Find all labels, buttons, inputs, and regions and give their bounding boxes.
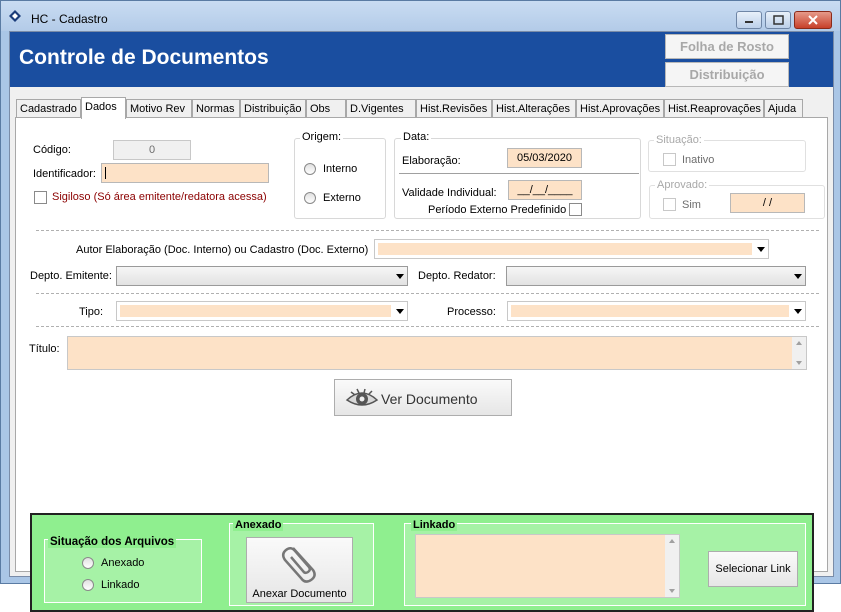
aprovado-date-input[interactable]: / / [730, 193, 805, 213]
chevron-down-icon [396, 274, 404, 279]
processo-select[interactable] [507, 301, 806, 321]
periodo-label: Período Externo Predefinido [428, 204, 567, 216]
arquivo-anexado-radio[interactable] [82, 557, 94, 569]
application-window: HC - Cadastro Controle de Documentos Fol… [0, 0, 841, 612]
processo-label: Processo: [447, 306, 496, 318]
distribuicao-button[interactable]: Distribuição [665, 62, 789, 87]
autor-select[interactable] [374, 239, 769, 259]
tipo-select[interactable] [116, 301, 408, 321]
ver-documento-button[interactable]: Ver Documento [334, 379, 512, 416]
dados-panel: Código: 0 Identificador: Sigiloso (Só ár… [15, 117, 828, 612]
maximize-button[interactable] [765, 11, 791, 29]
folha-de-rosto-button[interactable]: Folha de Rosto [665, 34, 789, 59]
close-button[interactable] [794, 11, 832, 29]
scroll-down-icon [796, 361, 802, 365]
arquivo-linkado-radio[interactable] [82, 579, 94, 591]
close-icon [808, 15, 818, 25]
link-scrollbar[interactable] [665, 535, 679, 597]
scroll-down-icon [669, 589, 675, 593]
depto-redator-select[interactable] [506, 266, 806, 286]
titulo-label: Título: [29, 343, 60, 355]
client-area: Controle de Documentos Folha de Rosto Di… [9, 31, 834, 612]
tab-hist-aprovacoes[interactable]: Hist.Aprovações [576, 99, 664, 118]
paperclip-icon [282, 547, 316, 583]
app-icon [9, 10, 21, 22]
origem-interno-label: Interno [323, 163, 358, 175]
validade-label: Validade Individual: [402, 187, 497, 199]
origem-title: Origem: [300, 131, 344, 143]
inativo-label: Inativo [682, 154, 715, 166]
separator-3 [36, 326, 819, 327]
codigo-field[interactable]: 0 [113, 140, 191, 160]
sim-checkbox[interactable] [663, 198, 676, 211]
ver-documento-label: Ver Documento [381, 391, 478, 407]
anexar-documento-button[interactable]: Anexar Documento [246, 537, 353, 603]
linkado-title: Linkado [411, 519, 458, 531]
tipo-label: Tipo: [79, 306, 104, 318]
chevron-down-icon [794, 309, 802, 314]
periodo-checkbox[interactable] [569, 203, 582, 216]
maximize-icon [773, 15, 784, 25]
chevron-down-icon [794, 274, 802, 279]
identificador-label: Identificador: [33, 168, 96, 180]
tab-distribuicao[interactable]: Distribuição [240, 99, 306, 118]
tab-ajuda[interactable]: Ajuda [764, 99, 803, 118]
minimize-icon [745, 21, 753, 23]
inativo-checkbox[interactable] [663, 153, 676, 166]
tab-cadastrado[interactable]: Cadastrado [16, 99, 81, 118]
link-textarea[interactable] [415, 534, 680, 598]
scroll-up-icon [796, 341, 802, 345]
identificador-input[interactable] [101, 163, 269, 183]
elaboracao-label: Elaboração: [402, 155, 461, 167]
title-bar: HC - Cadastro [1, 1, 840, 31]
tab-hist-alteracoes[interactable]: Hist.Alterações [492, 99, 576, 118]
titulo-scrollbar[interactable] [792, 337, 806, 369]
tab-dados[interactable]: Dados [81, 97, 126, 119]
minimize-button[interactable] [736, 11, 762, 29]
page-title: Controle de Documentos [19, 46, 269, 69]
autor-label: Autor Elaboração (Doc. Interno) ou Cadas… [76, 244, 369, 256]
scroll-up-icon [669, 539, 675, 543]
selecionar-link-button[interactable]: Selecionar Link [708, 551, 798, 587]
anexar-documento-label: Anexar Documento [252, 588, 347, 600]
depto-redator-label: Depto. Redator: [418, 270, 496, 282]
tab-normas[interactable]: Normas [192, 99, 240, 118]
situacao-arquivos-group [44, 539, 202, 603]
data-title: Data: [401, 131, 432, 143]
tab-d-vigentes[interactable]: D.Vigentes [346, 99, 416, 118]
header-bar: Controle de Documentos Folha de Rosto Di… [10, 32, 833, 87]
validade-input[interactable]: __/__/____ [508, 180, 582, 200]
eye-icon [345, 388, 379, 406]
elaboracao-input[interactable]: 05/03/2020 [507, 148, 582, 168]
situacao-arquivos-title: Situação dos Arquivos [48, 536, 177, 548]
origem-externo-radio[interactable] [304, 192, 316, 204]
sigiloso-label: Sigiloso (Só área emitente/redatora aces… [52, 191, 267, 203]
arquivo-linkado-label: Linkado [101, 579, 140, 591]
separator-1 [36, 230, 819, 231]
separator-2 [36, 293, 819, 294]
tab-hist-reaprovacoes[interactable]: Hist.Reaprovações [664, 99, 764, 118]
aprovado-title: Aprovado: [655, 179, 710, 191]
codigo-label: Código: [33, 144, 71, 156]
tab-obs[interactable]: Obs [306, 99, 346, 118]
origem-interno-radio[interactable] [304, 163, 316, 175]
depto-emitente-select[interactable] [116, 266, 408, 286]
sigiloso-checkbox[interactable] [34, 191, 47, 204]
titulo-textarea[interactable] [67, 336, 807, 370]
situacao-title: Situação: [654, 134, 704, 146]
tab-hist-revisoes[interactable]: Hist.Revisões [416, 99, 492, 118]
chevron-down-icon [757, 247, 765, 252]
anexado-title: Anexado [233, 519, 284, 531]
arquivo-anexado-label: Anexado [101, 557, 145, 569]
window-title: HC - Cadastro [31, 12, 108, 26]
data-divider [399, 173, 639, 174]
sim-label: Sim [682, 199, 701, 211]
tab-motivo-rev[interactable]: Motivo Rev [126, 99, 192, 118]
origem-externo-label: Externo [323, 192, 361, 204]
depto-emitente-label: Depto. Emitente: [30, 270, 112, 282]
chevron-down-icon [396, 309, 404, 314]
origem-group [294, 138, 386, 219]
arquivos-panel: Situação dos Arquivos Anexado Linkado An… [30, 513, 814, 612]
